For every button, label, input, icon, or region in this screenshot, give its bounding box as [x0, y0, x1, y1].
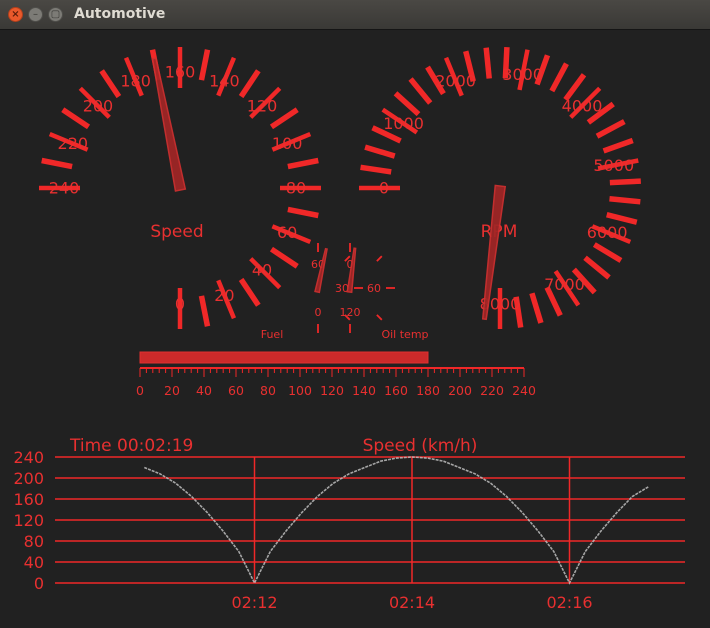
speed-bar-tick-label: 200: [448, 383, 472, 398]
chart-y-tick-label: 200: [13, 469, 44, 488]
tachometer-tick-label: 5000: [593, 156, 634, 175]
oil-temp-gauge-tick: [376, 314, 383, 321]
tachometer-minor-tick: [529, 292, 544, 324]
tachometer-minor-tick: [609, 178, 641, 186]
speedometer-tick-label: 160: [165, 63, 196, 82]
oil-temp-gauge-tick-label: 120: [340, 306, 361, 319]
speedometer-tick-label: 180: [120, 71, 151, 90]
speedometer-tick-label: 220: [58, 134, 89, 153]
oil-temp-gauge-tick-label: 60: [367, 282, 381, 295]
oil-temp-gauge: Oil temp 060120: [340, 243, 429, 341]
fuel-gauge-tick-label: 0: [315, 306, 322, 319]
chart-time-label: Time 00:02:19: [69, 436, 193, 456]
oil-temp-gauge-label: Oil temp: [381, 328, 428, 341]
oil-temp-gauge-tick: [376, 255, 383, 262]
tachometer-tick-label: 0: [379, 179, 389, 198]
speedometer-minor-tick: [198, 295, 211, 327]
fuel-gauge-label: Fuel: [261, 328, 284, 341]
speedometer-minor-tick: [41, 157, 73, 170]
speedometer-tick-label: 200: [83, 97, 114, 116]
tachometer-minor-tick: [549, 62, 569, 93]
tachometer-minor-tick: [583, 255, 611, 280]
speedometer-minor-tick: [238, 69, 261, 99]
chart-x-tick-label: 02:12: [231, 593, 277, 612]
chart-x-tick-label: 02:14: [389, 593, 435, 612]
chart-y-tick-label: 240: [13, 448, 44, 467]
speed-bar-tick-label: 20: [164, 383, 180, 398]
speedometer-tick-label: 120: [247, 97, 278, 116]
tachometer-minor-tick: [595, 119, 626, 139]
tachometer-tick-label: 1000: [383, 114, 424, 133]
tachometer-minor-tick: [364, 144, 396, 159]
speed-history-chart: Time 00:02:19 Speed (km/h) 0 40 80 120 160 20…: [13, 436, 685, 612]
speed-bar-tick-label: 240: [512, 383, 536, 398]
speedometer-tick-label: 40: [252, 261, 272, 280]
tachometer-minor-tick: [393, 91, 421, 117]
speedometer-minor-tick: [238, 277, 261, 307]
speedometer-minor-tick: [287, 157, 319, 170]
speed-bar-fill: [139, 351, 429, 364]
speed-bar-tick-label: 140: [352, 383, 376, 398]
tachometer-minor-tick: [609, 196, 641, 205]
speed-bar-tick-label: 120: [320, 383, 344, 398]
speedometer-minor-tick: [198, 49, 211, 81]
chart-y-tick-label: 40: [24, 553, 44, 572]
speed-bar: 0 20 40 60 80 100 120 140 160 180 200 220 240: [136, 351, 536, 398]
speedometer-tick-label: 240: [49, 179, 80, 198]
tachometer-tick-label: 6000: [587, 223, 628, 242]
tachometer-minor-tick: [602, 137, 634, 154]
speed-bar-tick-label: 180: [416, 383, 440, 398]
chart-y-tick-label: 160: [13, 490, 44, 509]
tachometer-minor-tick: [606, 212, 638, 225]
chart-x-tick-label: 02:16: [546, 593, 592, 612]
speedometer-tick-label: 100: [272, 134, 303, 153]
tachometer-tick-label: 4000: [562, 97, 603, 116]
speed-bar-tick-label: 40: [196, 383, 212, 398]
chart-y-tick-label: 0: [34, 574, 44, 593]
fuel-gauge-tick-label: 30: [335, 282, 349, 295]
speed-bar-tick-label: 0: [136, 383, 144, 398]
tachometer-minor-tick: [483, 47, 492, 79]
chart-title: Speed (km/h): [363, 436, 478, 456]
speedometer-gauge: Speed 0 20 40 60 80 100 120 140 160 180 200 220 240: [39, 47, 321, 329]
tachometer-gauge: RPM 010002000300040005000600070008000: [359, 47, 641, 329]
tachometer-minor-tick: [360, 164, 392, 175]
tachometer-tick-label: 3000: [502, 65, 543, 84]
tachometer-minor-tick: [592, 242, 623, 263]
speedometer-tick-label: 60: [277, 223, 297, 242]
speed-bar-tick-label: 100: [288, 383, 312, 398]
speedometer-tick-label: 20: [214, 286, 234, 305]
speedometer-minor-tick: [269, 246, 299, 269]
chart-y-tick-label: 80: [24, 532, 44, 551]
speed-bar-tick-label: 220: [480, 383, 504, 398]
speedometer-tick-label: 140: [209, 71, 240, 90]
speedometer-tick-label: 80: [286, 179, 306, 198]
chart-y-tick-label: 120: [13, 511, 44, 530]
speed-bar-tick-label: 160: [384, 383, 408, 398]
tachometer-minor-tick: [408, 77, 433, 105]
speed-bar-tick-label: 80: [260, 383, 276, 398]
tachometer-tick-label: 2000: [435, 71, 476, 90]
app-window: × – ▢ Automotive Speed 0 20 40 60 80 100 120 14…: [0, 0, 710, 628]
speed-bar-tick-label: 60: [228, 383, 244, 398]
dashboard-canvas: Speed 0 20406080100120140160180200220240 …: [13, 47, 685, 612]
tachometer-tick-label: 7000: [544, 275, 585, 294]
speedometer-label: Speed: [150, 222, 203, 242]
speedometer-minor-tick: [99, 69, 122, 99]
speedometer-minor-tick: [287, 206, 319, 219]
speedometer-tick-label: 0: [175, 295, 185, 314]
